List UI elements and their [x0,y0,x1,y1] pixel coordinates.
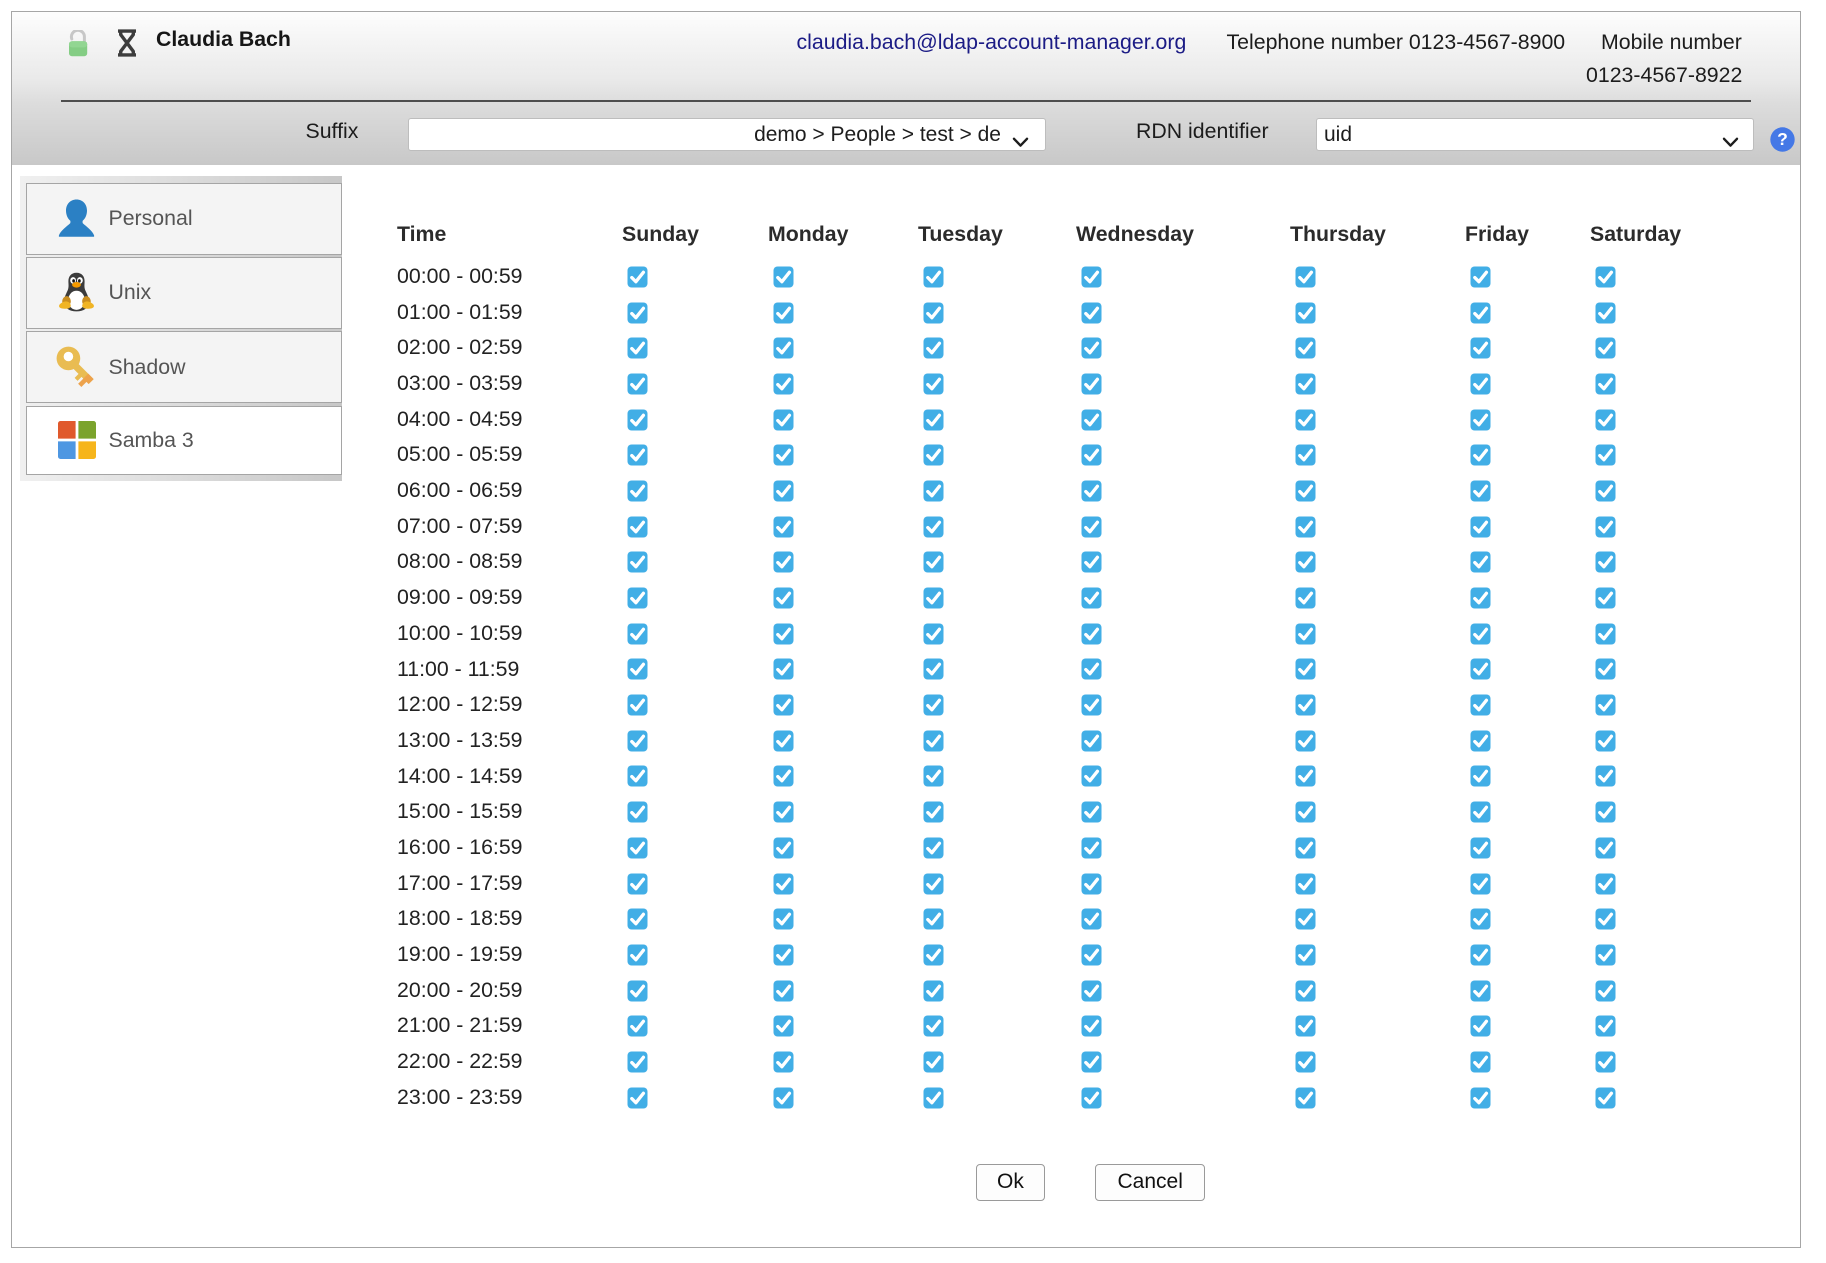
svg-text:?: ? [1777,129,1788,149]
